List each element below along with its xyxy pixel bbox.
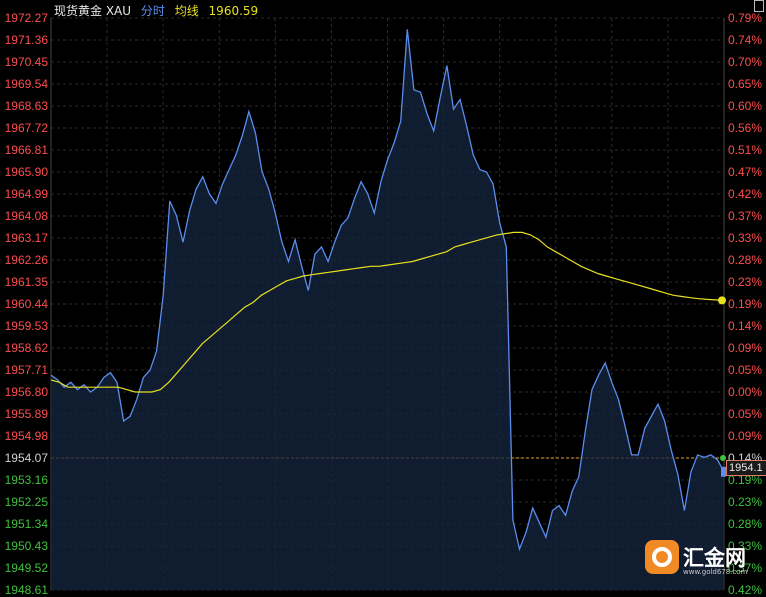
price-tick-label: 1958.62 [4,341,48,355]
avg-line-label: 均线 [174,4,199,18]
percent-tick-label: 0.09% [728,341,763,355]
percent-tick-label: 0.79% [728,11,763,25]
price-tick-label: 1959.53 [4,319,48,333]
percent-tick-label: 0.42% [728,187,763,201]
price-tick-label: 1957.71 [4,363,48,377]
price-tick-label: 1970.45 [4,55,48,69]
period-tab[interactable]: 分时 [141,4,165,18]
percent-tick-label: 0.00% [728,385,763,399]
price-tick-label: 1955.89 [4,407,48,421]
percent-tick-label: 0.09% [728,429,763,443]
chart-canvas[interactable] [0,0,766,597]
average-end-dot [718,296,726,305]
price-tick-label: 1971.36 [4,33,48,47]
price-tick-label: 1954.98 [4,429,48,443]
price-tick-label: 1965.90 [4,165,48,179]
price-tick-label: 1949.52 [4,561,48,575]
percent-tick-label: 0.70% [728,55,763,69]
price-tick-label: 1966.81 [4,143,48,157]
price-tick-label: 1952.25 [4,495,48,509]
percent-tick-label: 0.33% [728,231,763,245]
price-tick-label: 1960.44 [4,297,48,311]
intraday-chart[interactable] [0,0,766,597]
percent-tick-label: 0.60% [728,99,763,113]
price-tick-label: 1948.61 [4,583,48,597]
instrument-name: 现货黄金 XAU [54,4,132,18]
watermark-logo: 汇金网 www.gold678.com [645,540,755,580]
percent-tick-label: 0.51% [728,143,763,157]
percent-tick-label: 0.47% [728,165,763,179]
current-price-tag: 1954.1 [726,460,766,476]
price-tick-label: 1951.34 [4,517,48,531]
price-tick-label: 1962.26 [4,253,48,267]
price-tick-label: 1972.27 [4,11,48,25]
price-area [51,29,724,590]
price-tick-label: 1956.80 [4,385,48,399]
percent-tick-label: 0.74% [728,33,763,47]
price-tick-label: 1968.63 [4,99,48,113]
avg-line-value: 1960.59 [208,4,259,18]
percent-tick-label: 0.56% [728,121,763,135]
percent-tick-label: 0.65% [728,77,763,91]
percent-tick-label: 0.28% [728,253,763,267]
percent-tick-label: 0.05% [728,407,763,421]
percent-tick-label: 0.28% [728,517,763,531]
price-tick-label: 1964.99 [4,187,48,201]
price-tick-label: 1967.72 [4,121,48,135]
percent-tick-label: 0.19% [728,297,763,311]
percent-tick-label: 0.42% [728,583,763,597]
percent-tick-label: 0.37% [728,209,763,223]
price-tick-label: 1964.08 [4,209,48,223]
logo-icon [645,540,679,574]
price-tick-label: 1953.16 [4,473,48,487]
logo-url: www.gold678.com [683,568,748,576]
price-tick-label: 1961.35 [4,275,48,289]
percent-tick-label: 0.14% [728,319,763,333]
percent-tick-label: 0.05% [728,363,763,377]
percent-tick-label: 0.23% [728,495,763,509]
percent-tick-label: 0.23% [728,275,763,289]
price-tick-label: 1969.54 [4,77,48,91]
price-tick-label: 1963.17 [4,231,48,245]
chart-header: 现货黄金 XAU 分时 均线 1960.59 [54,2,264,19]
price-tick-label: 1950.43 [4,539,48,553]
price-tick-label: 1954.07 [4,451,48,465]
